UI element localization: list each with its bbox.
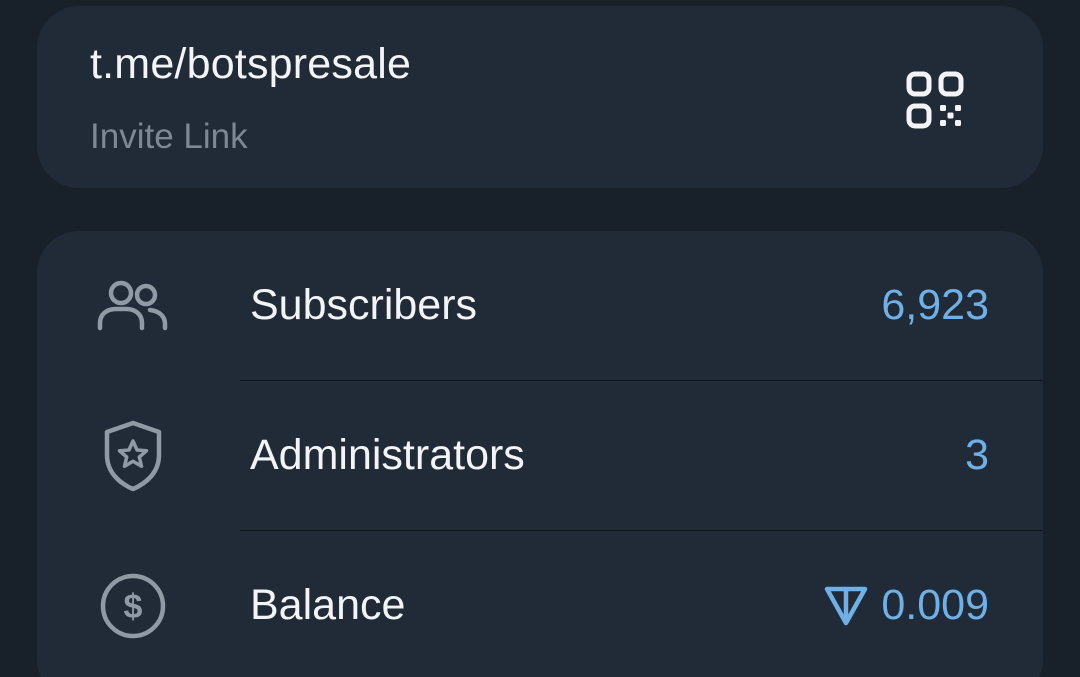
subscribers-count: 6,923 — [881, 281, 989, 329]
balance-value-wrap: 0.009 — [823, 581, 989, 630]
qr-code-icon — [905, 70, 967, 137]
administrators-count: 3 — [965, 431, 989, 479]
invite-link-label: Invite Link — [90, 117, 248, 156]
balance-row[interactable]: $ Balance 0.009 — [37, 531, 1043, 677]
channel-info-screen: t.me/botspresale Invite Link Subscribers… — [0, 0, 1080, 677]
subscribers-label: Subscribers — [250, 281, 478, 329]
channel-stats-card: Subscribers 6,923 Administrators 3 $ Bal… — [37, 231, 1043, 677]
subscribers-row[interactable]: Subscribers 6,923 — [37, 231, 1043, 381]
qr-code-button[interactable] — [893, 60, 979, 146]
balance-amount: 0.009 — [881, 581, 989, 629]
administrators-label: Administrators — [250, 431, 525, 479]
balance-label: Balance — [250, 581, 406, 629]
ton-icon — [823, 585, 869, 627]
users-icon — [93, 266, 173, 346]
invite-link-text[interactable]: t.me/botspresale — [90, 40, 411, 89]
dollar-circle-icon: $ — [93, 566, 173, 646]
invite-link-card[interactable]: t.me/botspresale Invite Link — [37, 6, 1043, 188]
svg-text:$: $ — [124, 588, 143, 626]
administrators-row[interactable]: Administrators 3 — [37, 381, 1043, 531]
shield-star-icon — [93, 416, 173, 496]
